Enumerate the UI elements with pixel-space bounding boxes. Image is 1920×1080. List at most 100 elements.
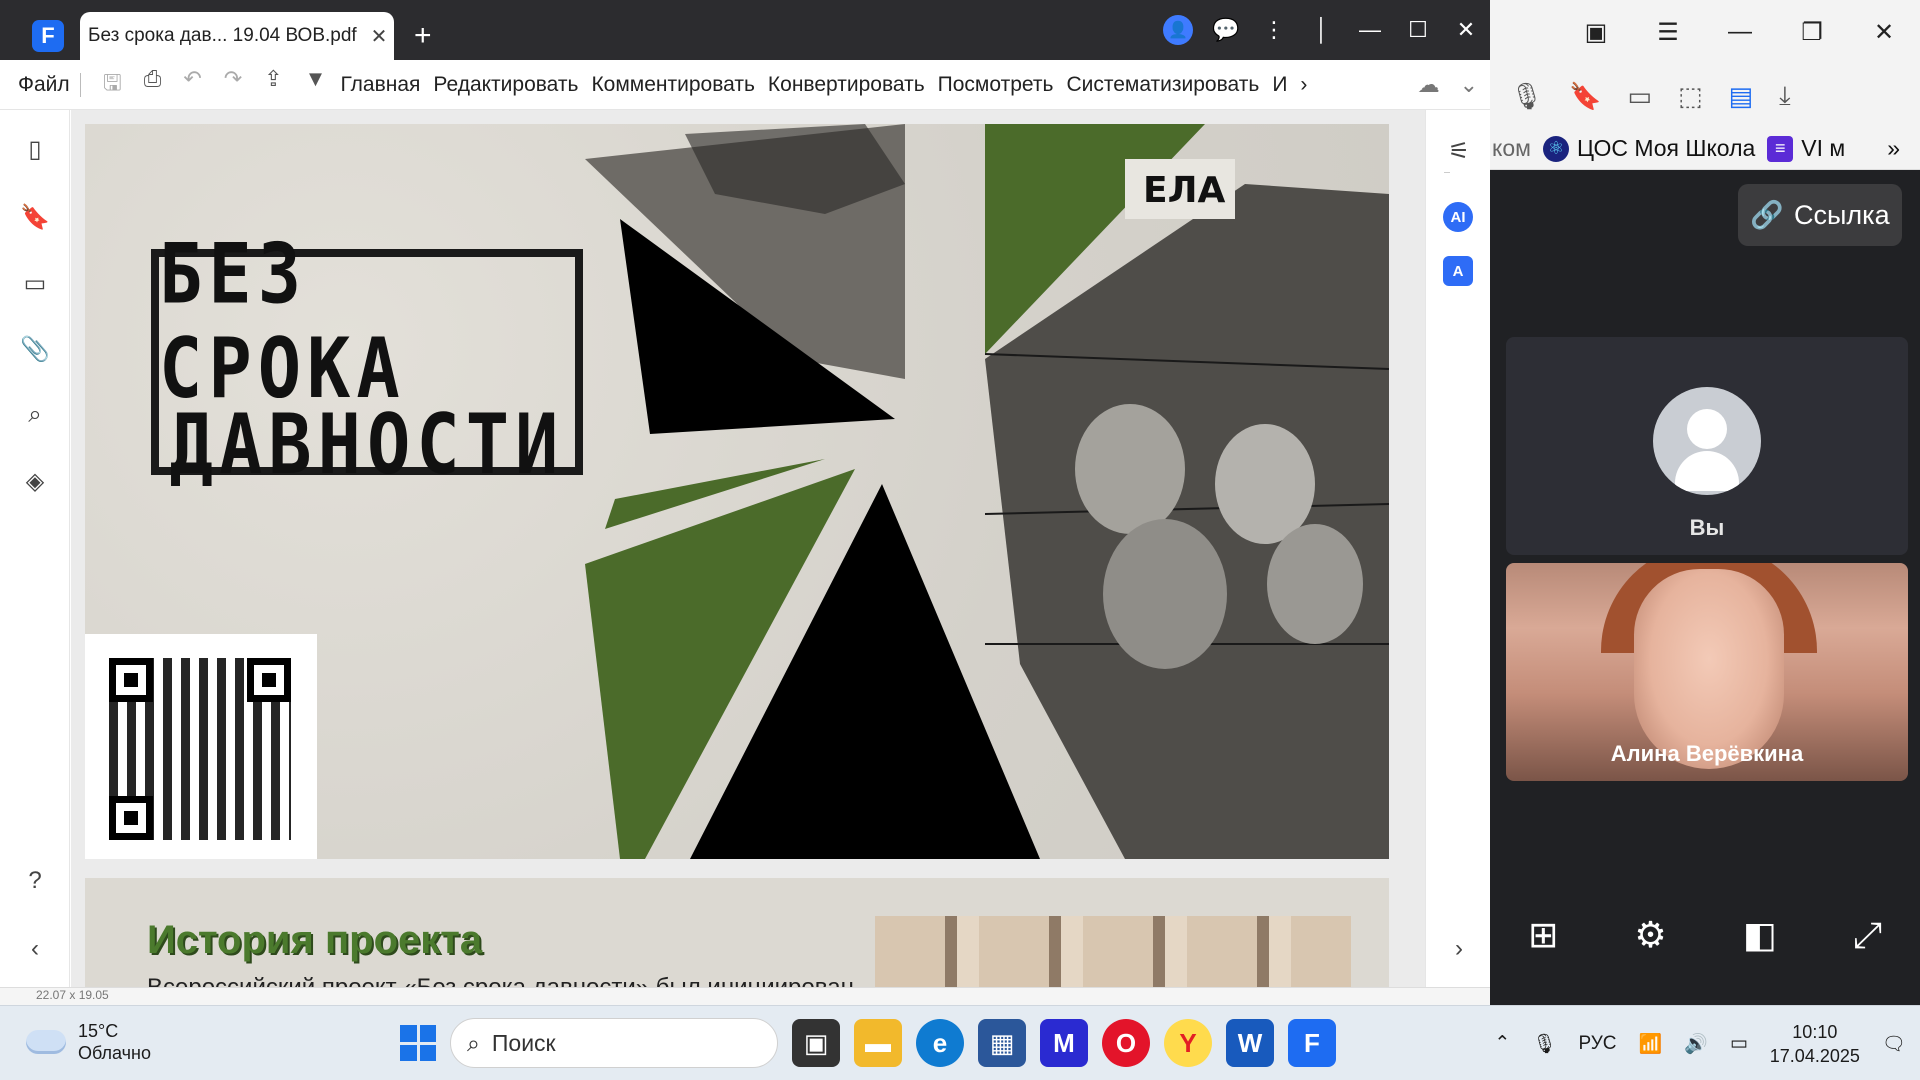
qr-code-card <box>85 634 317 859</box>
attachment-icon[interactable]: 📎 <box>20 334 50 364</box>
account-icon[interactable]: 👤 <box>1154 0 1202 60</box>
collapse-ribbon-icon[interactable]: ⌄ <box>1460 72 1478 98</box>
participant-tile-camera[interactable]: Алина Верёвкина <box>1506 563 1908 781</box>
yandex-browser-icon[interactable]: Y <box>1164 1019 1212 1067</box>
pdf-page-2: История проекта Всероссийский проект «Бе… <box>85 878 1389 987</box>
bookmark-item[interactable]: ≡ VI м <box>1767 135 1845 162</box>
pdf-page-1: БЕЗ СРОКА ДАВНОСТИ ЕЛА <box>85 124 1389 859</box>
chevron-more-icon[interactable]: » <box>1887 135 1920 162</box>
bookmark-item[interactable]: ком <box>1492 135 1531 162</box>
menu-home[interactable]: Главная <box>340 73 420 97</box>
quick-actions: 🖫 ⎙ ↶ ↷ ⇪ ▼ <box>89 66 340 104</box>
search-icon[interactable]: ⌕ <box>20 400 50 430</box>
window-controls: 👤 💬 ⋮ │ — ☐ ✕ <box>1154 0 1490 60</box>
close-icon[interactable]: ✕ <box>1848 0 1920 64</box>
maximize-icon[interactable]: ☐ <box>1394 0 1442 60</box>
share-icon[interactable]: ⇪ <box>264 66 282 104</box>
expand-right-icon[interactable]: › <box>1444 934 1474 964</box>
clock[interactable]: 10:10 17.04.2025 <box>1770 1020 1860 1068</box>
battery-icon[interactable]: ▭ <box>1627 81 1652 112</box>
new-tab-button[interactable]: + <box>414 18 432 54</box>
download-icon[interactable]: ⤓ <box>1779 80 1791 112</box>
task-view-icon[interactable]: ▣ <box>792 1019 840 1067</box>
extension-icon[interactable]: ▤ <box>1729 81 1754 112</box>
menu-organize[interactable]: Систематизировать <box>1066 73 1259 97</box>
menu-more[interactable]: И <box>1272 73 1287 97</box>
menu-file[interactable]: Файл <box>0 73 72 97</box>
menu-edit[interactable]: Редактировать <box>433 73 578 97</box>
weather-widget[interactable]: 15°C Облачно <box>26 1020 151 1064</box>
taskbar-apps: ⌕ Поиск ▣ ▬ e ▦ M O Y W F <box>400 1018 1336 1068</box>
page-thumbnails-icon[interactable]: ▯ <box>20 134 50 164</box>
menu-convert[interactable]: Конвертировать <box>768 73 925 97</box>
undo-icon[interactable]: ↶ <box>183 66 201 104</box>
page-size: 22.07 x 19.05 <box>36 988 109 1002</box>
collapse-left-icon[interactable]: ‹ <box>20 934 50 964</box>
grid-layout-icon[interactable]: ⊞ <box>1528 914 1558 956</box>
help-icon[interactable]: ? <box>20 866 50 896</box>
app-logo-icon[interactable]: F <box>32 20 64 52</box>
menu-view[interactable]: Посмотреть <box>938 73 1054 97</box>
link-icon: 🔗 <box>1750 200 1785 230</box>
restore-icon[interactable]: ❐ <box>1776 0 1848 64</box>
ribbon-tabs: Главная Редактировать Комментировать Кон… <box>340 73 1307 97</box>
layers-icon[interactable]: ◈ <box>20 466 50 496</box>
dropdown-icon[interactable]: ▼ <box>305 66 327 104</box>
microphone-icon[interactable]: 🎙 <box>1532 1032 1556 1056</box>
bookmark-item[interactable]: ⚛ ЦОС Моя Школа <box>1542 135 1755 162</box>
menu-comment[interactable]: Комментировать <box>591 73 754 97</box>
browser-toolbar: 🎙 🔖 ▭ ⬚ ▤ ⤓ <box>1490 64 1920 128</box>
translate-icon[interactable]: ⬚ <box>1678 81 1703 112</box>
feedback-icon[interactable]: 💬 <box>1202 0 1250 60</box>
cloud-icon <box>26 1030 66 1054</box>
language-indicator[interactable]: РУС <box>1578 1033 1616 1055</box>
minimize-icon[interactable]: — <box>1704 0 1776 64</box>
print-icon[interactable]: ⎙ <box>144 66 162 104</box>
store-icon[interactable]: ▦ <box>978 1019 1026 1067</box>
participant-tile-self[interactable]: Вы <box>1506 337 1908 555</box>
document-canvas[interactable]: БЕЗ СРОКА ДАВНОСТИ ЕЛА История проекта <box>71 110 1425 987</box>
close-tab-icon[interactable]: ✕ <box>364 24 394 49</box>
wifi-icon[interactable]: 📶 <box>1638 1032 1662 1056</box>
settings-gear-icon[interactable]: ⚙ <box>1634 914 1666 956</box>
file-explorer-icon[interactable]: ▬ <box>854 1019 902 1067</box>
cloud-upload-icon[interactable]: ☁ <box>1418 72 1440 98</box>
copy-link-button[interactable]: 🔗 Ссылка <box>1738 184 1902 246</box>
minimize-icon[interactable]: — <box>1346 0 1394 60</box>
left-sidebar: ▯ 🔖 ▭ 📎 ⌕ ◈ ? ‹ <box>0 110 70 1005</box>
microphone-icon[interactable]: 🎙 <box>1510 81 1543 112</box>
fullscreen-icon[interactable]: ⤢ <box>1853 914 1882 957</box>
weather-temp: 15°C <box>78 1021 119 1041</box>
notifications-icon[interactable]: 🗨 <box>1882 1032 1906 1056</box>
search-placeholder: Поиск <box>491 1029 556 1056</box>
volume-icon[interactable]: 🔊 <box>1684 1032 1708 1056</box>
properties-icon[interactable]: ⚟ <box>1444 136 1474 166</box>
taskbar-search[interactable]: ⌕ Поиск <box>450 1018 778 1068</box>
comment-icon[interactable]: ▭ <box>20 268 50 298</box>
battery-icon[interactable]: ▭ <box>1730 1032 1748 1055</box>
save-icon[interactable]: 🖫 <box>103 66 122 104</box>
medals-image <box>875 916 1351 987</box>
word-icon[interactable]: W <box>1226 1019 1274 1067</box>
screen: ▣ ☰ — ❐ ✕ 🎙 🔖 ▭ ⬚ ▤ ⤓ ком ⚛ ЦОС Моя Школа… <box>0 0 1920 1080</box>
edge-browser-icon[interactable]: e <box>916 1019 964 1067</box>
chevron-up-icon[interactable]: ⌃ <box>1494 1032 1510 1055</box>
chevron-right-icon[interactable]: › <box>1300 73 1307 97</box>
translate-icon[interactable]: A <box>1443 256 1473 286</box>
more-options-icon[interactable]: ⋮ <box>1250 0 1298 60</box>
divider: │ <box>1315 17 1329 42</box>
participant-name: Алина Верёвкина <box>1610 741 1804 766</box>
pdf-editor-taskbar-icon[interactable]: F <box>1288 1019 1336 1067</box>
opera-browser-icon[interactable]: O <box>1102 1019 1150 1067</box>
collections-icon[interactable]: ▣ <box>1560 0 1632 64</box>
redo-icon[interactable]: ↷ <box>224 66 242 104</box>
pip-icon[interactable]: ◧ <box>1743 914 1777 956</box>
bookmark-icon[interactable]: 🔖 <box>20 202 50 232</box>
bookmark-icon[interactable]: 🔖 <box>1569 81 1601 112</box>
document-tab[interactable]: Без срока дав... 19.04 ВОВ.pdf ✕ <box>80 12 394 60</box>
close-icon[interactable]: ✕ <box>1442 0 1490 60</box>
menu-icon[interactable]: ☰ <box>1632 0 1704 64</box>
app-icon[interactable]: M <box>1040 1019 1088 1067</box>
ai-assistant-icon[interactable]: AI <box>1443 202 1473 232</box>
start-windows-icon[interactable] <box>400 1025 436 1061</box>
